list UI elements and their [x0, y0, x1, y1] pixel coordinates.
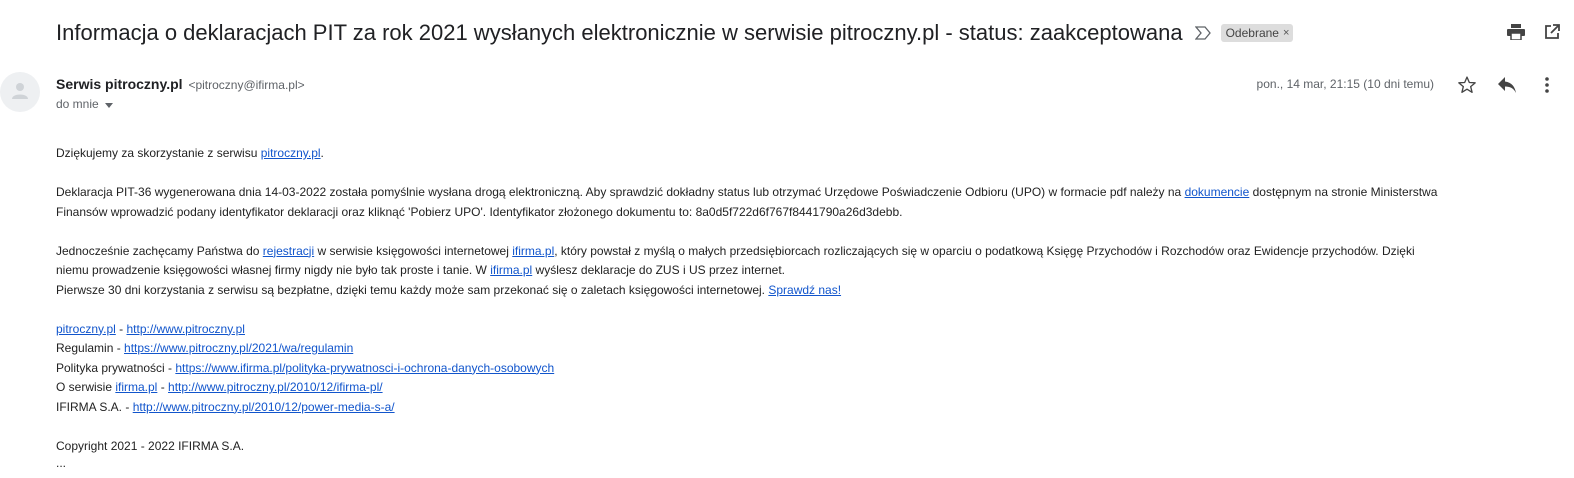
body-line: Regulamin - https://www.pitroczny.pl/202… — [56, 339, 1556, 359]
copyright: Copyright 2021 - 2022 IFIRMA S.A. — [56, 438, 245, 453]
email-subject: Informacja o deklaracjach PIT za rok 202… — [56, 20, 1183, 45]
body-line: IFIRMA S.A. - http://www.pitroczny.pl/20… — [56, 398, 1556, 418]
recipient-details[interactable]: do mnie — [56, 97, 113, 111]
link-ifirma[interactable]: ifirma.pl — [512, 244, 554, 258]
avatar[interactable] — [0, 72, 40, 112]
body-line: pitroczny.pl - http://www.pitroczny.pl — [56, 320, 1556, 340]
link-ifirma[interactable]: ifirma.pl — [490, 263, 532, 277]
recipient-label: do mnie — [56, 97, 99, 111]
chevron-down-icon[interactable] — [104, 97, 113, 111]
email-body: Dziękujemy za skorzystanie z serwisu pit… — [56, 144, 1556, 476]
more-vert-icon[interactable] — [1536, 74, 1558, 96]
body-text: - — [115, 321, 127, 336]
body-links-list: pitroczny.pl - http://www.pitroczny.pl R… — [56, 320, 1556, 418]
message-actions — [1456, 74, 1558, 96]
body-paragraph-promo: Jednocześnie zachęcamy Państwa do rejest… — [56, 242, 1556, 301]
body-text: Deklaracja PIT-36 wygenerowana dnia 14-0… — [56, 185, 1185, 199]
link-sprawdz-nas[interactable]: Sprawdź nas! — [768, 283, 841, 297]
remove-label-icon[interactable]: × — [1283, 27, 1289, 39]
link-pitroczny[interactable]: pitroczny.pl — [261, 146, 321, 160]
body-line: O serwisie ifirma.pl - http://www.pitroc… — [56, 378, 1556, 398]
body-paragraph-thanks: Dziękujemy za skorzystanie z serwisu pit… — [56, 144, 1556, 164]
body-line: Finansów wprowadzić podany identyfikator… — [56, 204, 903, 219]
show-trimmed-content[interactable]: ... — [56, 456, 66, 470]
link-pitroczny-url[interactable]: http://www.pitroczny.pl — [126, 322, 245, 336]
sender-email: <pitroczny@ifirma.pl> — [188, 78, 305, 92]
link-o-serwisie[interactable]: http://www.pitroczny.pl/2010/12/ifirma-p… — [168, 380, 383, 394]
body-text: Regulamin - — [56, 341, 125, 355]
body-line: Deklaracja PIT-36 wygenerowana dnia 14-0… — [56, 183, 1556, 203]
body-text: dostępnym na stronie Ministerstwa — [1249, 185, 1438, 199]
star-icon[interactable] — [1456, 74, 1478, 96]
body-text: wyślesz deklaracje do ZUS i US przez int… — [532, 263, 785, 277]
body-text: IFIRMA S.A. - — [56, 399, 133, 414]
body-line: Polityka prywatności - https://www.ifirm… — [56, 359, 1556, 379]
reply-icon[interactable] — [1496, 74, 1518, 96]
sender-name[interactable]: Serwis pitroczny.pl — [56, 76, 183, 92]
link-rejestracji[interactable]: rejestracji — [263, 244, 314, 258]
print-icon[interactable] — [1506, 22, 1526, 42]
body-text: . — [320, 146, 324, 160]
label-chip-text: Odebrane — [1225, 26, 1279, 40]
top-toolbar — [1506, 22, 1562, 42]
body-text: niemu prowadzenie księgowości własnej fi… — [56, 263, 491, 277]
subject-row: Informacja o deklaracjach PIT za rok 202… — [56, 18, 1294, 48]
body-text: - — [157, 380, 169, 394]
body-text: Polityka prywatności - — [56, 360, 176, 375]
body-text: Pierwsze 30 dni korzystania z serwisu są… — [56, 282, 769, 297]
body-paragraph-declaration: Deklaracja PIT-36 wygenerowana dnia 14-0… — [56, 183, 1556, 222]
avatar-person-icon — [8, 78, 32, 107]
body-line: Jednocześnie zachęcamy Państwa do rejest… — [56, 242, 1556, 262]
open-in-new-window-icon[interactable] — [1542, 22, 1562, 42]
link-power-media[interactable]: http://www.pitroczny.pl/2010/12/power-me… — [133, 400, 395, 414]
link-polityka[interactable]: https://www.ifirma.pl/polityka-prywatnos… — [175, 361, 554, 375]
sender-line: Serwis pitroczny.pl <pitroczny@ifirma.pl… — [56, 76, 305, 92]
body-text: , który powstał z myślą o małych przedsi… — [554, 243, 1415, 258]
link-pitroczny[interactable]: pitroczny.pl — [56, 322, 116, 336]
importance-marker-icon[interactable] — [1194, 25, 1211, 41]
body-line: Pierwsze 30 dni korzystania z serwisu są… — [56, 281, 1556, 301]
body-text: Jednocześnie zachęcamy Państwa do — [56, 243, 263, 258]
body-text: Dziękujemy za skorzystanie z serwisu — [56, 146, 261, 160]
link-regulamin[interactable]: https://www.pitroczny.pl/2021/wa/regulam… — [124, 341, 353, 355]
email-date: pon., 14 mar, 21:15 (10 dni temu) — [1256, 77, 1434, 91]
body-line: niemu prowadzenie księgowości własnej fi… — [56, 261, 1556, 281]
link-ifirma[interactable]: ifirma.pl — [115, 380, 157, 394]
label-chip-inbox[interactable]: Odebrane × — [1220, 24, 1294, 42]
link-dokumencie[interactable]: dokumencie — [1185, 185, 1250, 199]
body-text: O serwisie — [56, 380, 116, 394]
body-text: w serwisie księgowości internetowej — [314, 243, 513, 258]
